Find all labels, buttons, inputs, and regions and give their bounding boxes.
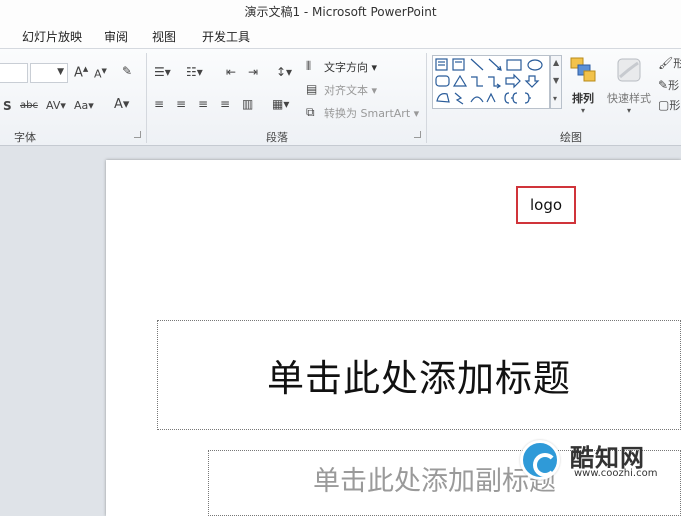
increase-indent-icon[interactable]: ⇥ [248, 65, 258, 79]
clear-format-icon[interactable]: ✎ [122, 64, 132, 78]
font-name-combo[interactable] [0, 63, 28, 83]
scroll-up-icon[interactable]: ▲ [553, 58, 559, 67]
grow-font-button[interactable]: A▲ [74, 65, 88, 80]
font-dialog-launcher-icon[interactable] [134, 131, 141, 138]
effects-icon: ▢ [658, 98, 670, 112]
logo-textbox[interactable]: logo [516, 186, 576, 224]
shape-effects-button[interactable]: ▢形 [658, 97, 680, 113]
columns-icon[interactable]: ▦▾ [272, 97, 289, 111]
quick-styles-icon [617, 58, 641, 82]
align-text-button[interactable]: 对齐文本 ▾ [324, 82, 377, 98]
title-placeholder[interactable]: 单击此处添加标题 [157, 320, 681, 430]
align-left-icon[interactable]: ≡ [154, 97, 164, 111]
shrink-font-button[interactable]: A▼ [94, 67, 107, 81]
tab-review[interactable]: 审阅 [104, 28, 128, 45]
paragraph-group-label: 段落 [266, 131, 288, 144]
text-direction-icon[interactable]: ⫴ [306, 59, 311, 74]
arrange-button[interactable]: 排列 ▾ [566, 55, 600, 115]
chevron-down-icon: ▾ [580, 106, 585, 115]
chevron-down-icon: ▾ [626, 106, 631, 115]
numbering-icon[interactable]: ☷▾ [186, 65, 203, 79]
convert-smartart-button[interactable]: 转换为 SmartArt ▾ [324, 105, 419, 121]
scroll-down-icon[interactable]: ▼ [553, 76, 559, 85]
shape-fill-button[interactable]: 🖌形 [658, 55, 681, 71]
quick-styles-button[interactable]: 快速样式 ▾ [604, 55, 654, 115]
chevron-down-icon: ▼ [57, 67, 64, 77]
char-spacing-button[interactable]: AV▾ [46, 99, 66, 112]
align-text-icon[interactable]: ▤ [306, 82, 317, 96]
arrange-label: 排列 [572, 92, 594, 105]
group-divider [146, 53, 147, 143]
pen-icon: ✎ [658, 78, 669, 92]
window-title: 演示文稿1 - Microsoft PowerPoint [244, 5, 437, 19]
align-right-icon[interactable]: ≡ [198, 97, 208, 111]
strikethrough-button[interactable]: abc [20, 100, 38, 111]
bullets-icon[interactable]: ☰▾ [154, 65, 171, 79]
distributed-icon[interactable]: ▥ [242, 97, 253, 111]
tab-developer[interactable]: 开发工具 [202, 28, 250, 45]
title-bar: 演示文稿1 - Microsoft PowerPoint [0, 0, 681, 24]
font-group-label: 字体 [14, 131, 36, 144]
align-center-icon[interactable]: ≡ [176, 97, 186, 111]
change-case-button[interactable]: Aa▾ [74, 99, 94, 112]
logo-text: logo [529, 196, 563, 214]
ribbon-tab-bar: 幻灯片放映 审阅 视图 开发工具 [0, 24, 681, 48]
justify-icon[interactable]: ≡ [220, 97, 230, 111]
gallery-more-icon[interactable]: ▾ [553, 94, 557, 103]
group-divider [426, 53, 427, 143]
tab-slideshow[interactable]: 幻灯片放映 [22, 28, 82, 45]
line-spacing-icon[interactable]: ↕▾ [276, 65, 292, 79]
shapes-gallery-icons [435, 58, 543, 105]
watermark-logo-icon [520, 440, 560, 480]
ribbon: ▼ A▲ A▼ ✎ S abc AV▾ Aa▾ A▾ 字体 ☰▾ ☷▾ ⇤ ⇥ … [0, 48, 681, 146]
paragraph-dialog-launcher-icon[interactable] [414, 131, 421, 138]
shapes-gallery[interactable] [432, 55, 550, 109]
arrange-icon [570, 57, 596, 82]
decrease-indent-icon[interactable]: ⇤ [226, 65, 236, 79]
shape-outline-button[interactable]: ✎形 [658, 77, 679, 93]
paint-bucket-icon: 🖌 [658, 56, 674, 70]
site-watermark: 酷知网 www.coozhi.com [516, 436, 666, 484]
font-size-combo[interactable]: ▼ [30, 63, 68, 83]
text-direction-button[interactable]: 文字方向 ▾ [324, 59, 377, 75]
shadow-button[interactable]: S [3, 99, 12, 113]
smartart-icon[interactable]: ⧉ [306, 105, 315, 120]
tab-view[interactable]: 视图 [152, 28, 176, 45]
shapes-gallery-scroll[interactable]: ▲ ▼ ▾ [550, 55, 562, 109]
drawing-group-label: 绘图 [560, 131, 582, 144]
font-color-button[interactable]: A▾ [114, 97, 129, 112]
watermark-url: www.coozhi.com [574, 468, 658, 479]
quick-styles-label: 快速样式 [607, 92, 651, 105]
title-placeholder-text: 单击此处添加标题 [267, 357, 571, 400]
